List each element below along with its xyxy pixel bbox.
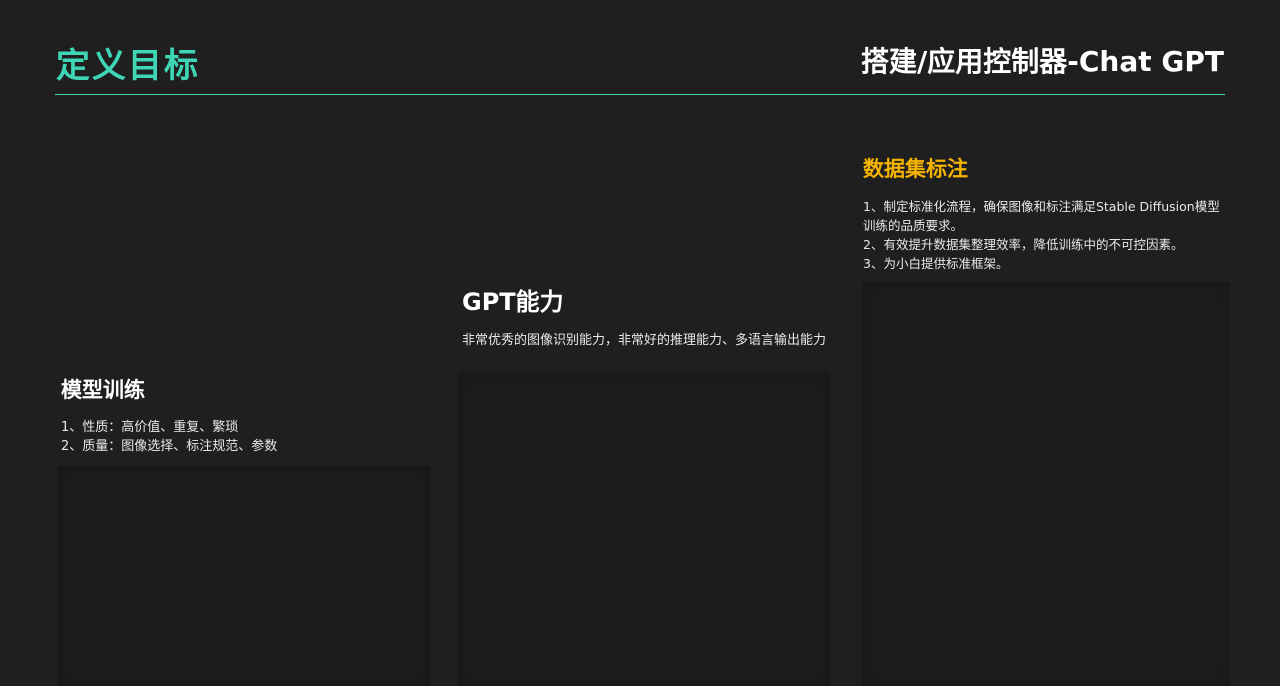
section-heading: 模型训练 [61,378,145,402]
image-panel-dataset-annotation [862,282,1229,686]
section-text: 1、性质：高价值、重复、繁琐 2、质量：图像选择、标注规范、参数 [61,418,431,456]
section-dataset-annotation: 数据集标注 1、制定标准化流程，确保图像和标注满足Stable Diffusio… [863,153,1229,273]
section-text: 1、制定标准化流程，确保图像和标注满足Stable Diffusion模型训练的… [863,197,1229,273]
section-model-training: 模型训练 1、性质：高价值、重复、繁琐 2、质量：图像选择、标注规范、参数 [61,374,431,456]
section-line: 1、性质：高价值、重复、繁琐 [61,420,239,435]
page-title: 定义目标 [56,46,200,86]
section-line: 2、质量：图像选择、标注规范、参数 [61,439,278,454]
section-gpt-ability: GPT能力 非常优秀的图像识别能力，非常好的推理能力、多语言输出能力 [462,282,832,350]
page-subtitle: 搭建/应用控制器-Chat GPT [861,45,1224,78]
section-text: 非常优秀的图像识别能力，非常好的推理能力、多语言输出能力 [462,331,832,350]
section-heading: 数据集标注 [863,157,968,181]
section-line: 2、有效提升数据集整理效率，降低训练中的不可控因素。 [863,237,1184,252]
image-panel-gpt-ability [458,373,830,686]
section-line: 非常优秀的图像识别能力，非常好的推理能力、多语言输出能力 [462,333,827,348]
slide: 定义目标 搭建/应用控制器-Chat GPT 模型训练 1、性质：高价值、重复、… [0,0,1280,686]
section-line: 1、制定标准化流程，确保图像和标注满足Stable Diffusion模型训练的… [863,199,1220,233]
section-heading: GPT能力 [462,288,564,316]
section-line: 3、为小白提供标准框架。 [863,256,1009,271]
header-divider [55,94,1225,95]
image-panel-model-training [58,466,430,686]
